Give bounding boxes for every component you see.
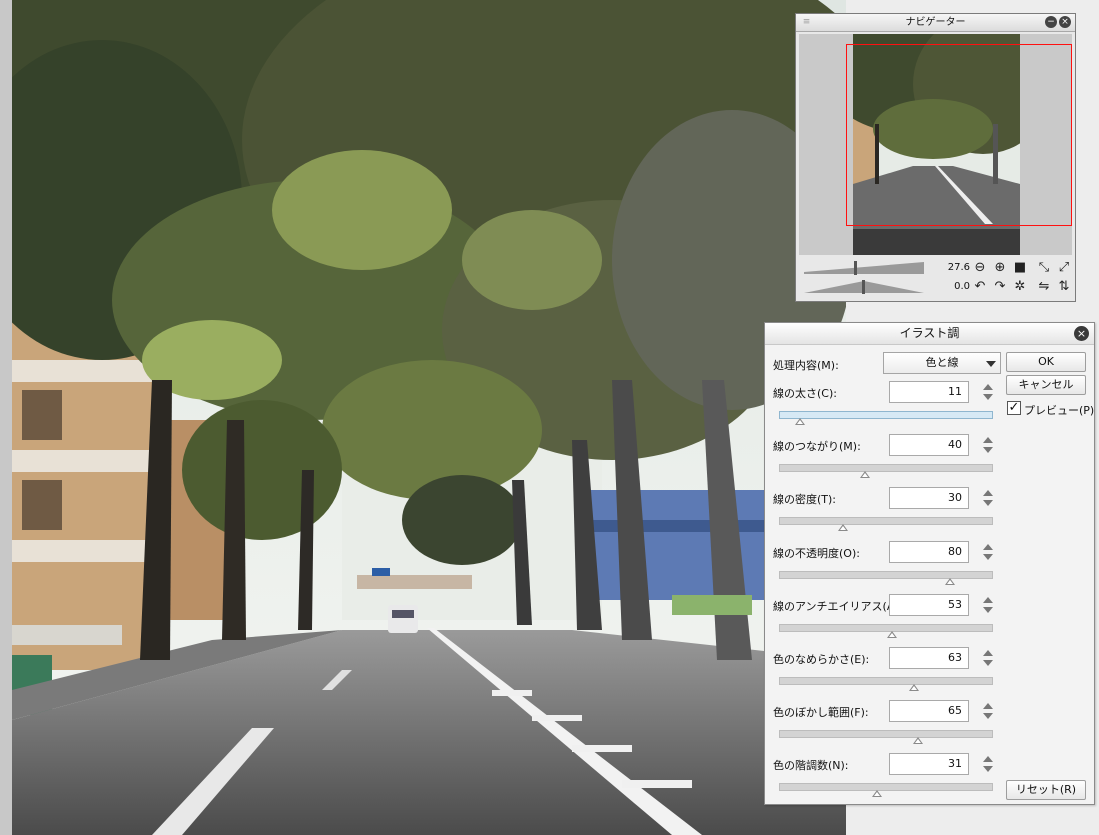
- preview-label: プレビュー(P): [1024, 404, 1095, 417]
- spin-up-icon[interactable]: [983, 437, 993, 444]
- param-slider[interactable]: [779, 570, 993, 579]
- param-spinner[interactable]: [981, 753, 993, 775]
- navigator-preview[interactable]: [799, 34, 1072, 255]
- close-icon[interactable]: ×: [1059, 16, 1071, 28]
- slider-thumb[interactable]: [887, 630, 898, 638]
- close-icon[interactable]: ×: [1074, 326, 1089, 341]
- reset-button[interactable]: リセット(R): [1006, 780, 1086, 800]
- param-label: 線の密度(T):: [773, 493, 837, 507]
- param-slider[interactable]: [779, 783, 993, 792]
- navigator-title: ナビゲーター: [905, 17, 966, 28]
- param-value-field[interactable]: 63: [889, 647, 969, 669]
- reset-rotation-icon[interactable]: ✲: [1012, 279, 1028, 295]
- param-spinner[interactable]: [981, 487, 993, 509]
- param-spinner[interactable]: [981, 647, 993, 669]
- rotate-left-icon[interactable]: ↶: [972, 279, 988, 295]
- slider-thumb[interactable]: [908, 684, 919, 691]
- preview-checkbox[interactable]: ✓: [1007, 401, 1021, 415]
- spin-up-icon[interactable]: [983, 543, 993, 550]
- param-spinner[interactable]: [981, 381, 993, 403]
- dialog-titlebar[interactable]: イラスト調 ×: [765, 323, 1094, 345]
- spin-up-icon[interactable]: [983, 756, 993, 763]
- spin-down-icon[interactable]: [983, 660, 993, 666]
- param-spinner[interactable]: [981, 700, 993, 722]
- param-value-field[interactable]: 40: [889, 434, 969, 457]
- slider-thumb[interactable]: [945, 577, 956, 585]
- param-label: 線のつながり(M):: [773, 440, 861, 454]
- param-slider[interactable]: [779, 411, 993, 419]
- flip-horizontal-icon[interactable]: ⇋: [1036, 279, 1052, 295]
- slider-thumb[interactable]: [859, 471, 870, 479]
- zoom-slider[interactable]: [804, 261, 924, 275]
- navigator-viewport-rect[interactable]: [846, 44, 1072, 226]
- param-slider[interactable]: [779, 623, 993, 632]
- spin-up-icon[interactable]: [983, 650, 993, 656]
- slider-thumb[interactable]: [795, 418, 806, 425]
- spin-down-icon[interactable]: [983, 394, 993, 400]
- spin-down-icon[interactable]: [983, 766, 993, 773]
- fit-navigator-icon[interactable]: ⤢: [1056, 260, 1072, 276]
- param-value-field[interactable]: 65: [889, 700, 969, 723]
- spin-up-icon[interactable]: [983, 596, 993, 603]
- spin-down-icon[interactable]: [983, 606, 993, 613]
- param-spinner[interactable]: [981, 594, 993, 616]
- rotation-value: 0.0: [954, 281, 970, 292]
- actual-size-icon[interactable]: ■: [1012, 260, 1028, 276]
- ok-button[interactable]: OK: [1006, 352, 1086, 372]
- mode-select[interactable]: 色と線: [883, 352, 1001, 374]
- param-label: 線のアンチエイリアス(A):: [773, 599, 903, 613]
- rotation-slider[interactable]: [804, 280, 924, 294]
- spin-up-icon[interactable]: [983, 490, 993, 497]
- param-slider[interactable]: [779, 517, 993, 526]
- spin-up-icon[interactable]: [983, 703, 993, 710]
- cancel-button[interactable]: キャンセル: [1006, 375, 1086, 395]
- param-spinner[interactable]: [981, 434, 993, 456]
- param-label: 色のぼかし範囲(F):: [773, 706, 869, 720]
- param-label: 線の不透明度(O):: [773, 546, 860, 560]
- zoom-value: 27.6: [947, 262, 970, 273]
- param-value-field[interactable]: 53: [889, 593, 969, 616]
- navigator-panel: ≡ ナビゲーター − × 27.6 0.0 ⊖ ⊕ ■ ⤡ ⤢ ↶ ↷ ✲ ⇋ …: [795, 13, 1076, 302]
- street-scene-illustration: [12, 0, 846, 835]
- param-label: 色の階調数(N):: [773, 759, 849, 773]
- param-value-field[interactable]: 31: [889, 753, 969, 776]
- spin-down-icon[interactable]: [983, 553, 993, 560]
- mode-label: 処理内容(M):: [773, 359, 839, 372]
- navigator-controls: 27.6 0.0 ⊖ ⊕ ■ ⤡ ⤢ ↶ ↷ ✲ ⇋ ⇅: [796, 258, 1075, 301]
- zoom-out-icon[interactable]: ⊖: [972, 260, 988, 276]
- param-value-field[interactable]: 30: [889, 487, 969, 510]
- spin-down-icon[interactable]: [983, 713, 993, 720]
- slider-thumb[interactable]: [872, 790, 883, 798]
- dialog-title: イラスト調: [899, 326, 960, 340]
- rotate-right-icon[interactable]: ↷: [992, 279, 1008, 295]
- canvas-image[interactable]: [12, 0, 846, 835]
- slider-thumb[interactable]: [838, 524, 849, 532]
- param-spinner[interactable]: [981, 541, 993, 563]
- zoom-in-icon[interactable]: ⊕: [992, 260, 1008, 276]
- illustration-filter-dialog: イラスト調 × 処理内容(M): 色と線 OK キャンセル ✓ プレビュー(P)…: [764, 322, 1095, 805]
- param-label: 色のなめらかさ(E):: [773, 653, 870, 666]
- param-slider[interactable]: [779, 730, 993, 739]
- spin-up-icon[interactable]: [983, 384, 993, 390]
- param-slider[interactable]: [779, 464, 993, 473]
- navigator-titlebar[interactable]: ≡ ナビゲーター − ×: [796, 14, 1075, 32]
- slider-thumb[interactable]: [913, 737, 924, 745]
- mode-value: 色と線: [925, 356, 959, 369]
- minimize-icon[interactable]: −: [1045, 16, 1057, 28]
- param-value-field[interactable]: 11: [889, 381, 969, 403]
- flip-vertical-icon[interactable]: ⇅: [1056, 279, 1072, 295]
- panel-menu-icon[interactable]: ≡: [802, 17, 811, 27]
- spin-down-icon[interactable]: [983, 500, 993, 507]
- param-value-field[interactable]: 80: [889, 540, 969, 563]
- chevron-down-icon: [986, 361, 996, 367]
- param-slider[interactable]: [779, 677, 993, 685]
- spin-down-icon[interactable]: [983, 447, 993, 454]
- param-label: 線の太さ(C):: [773, 387, 837, 400]
- fit-to-window-icon[interactable]: ⤡: [1036, 260, 1052, 276]
